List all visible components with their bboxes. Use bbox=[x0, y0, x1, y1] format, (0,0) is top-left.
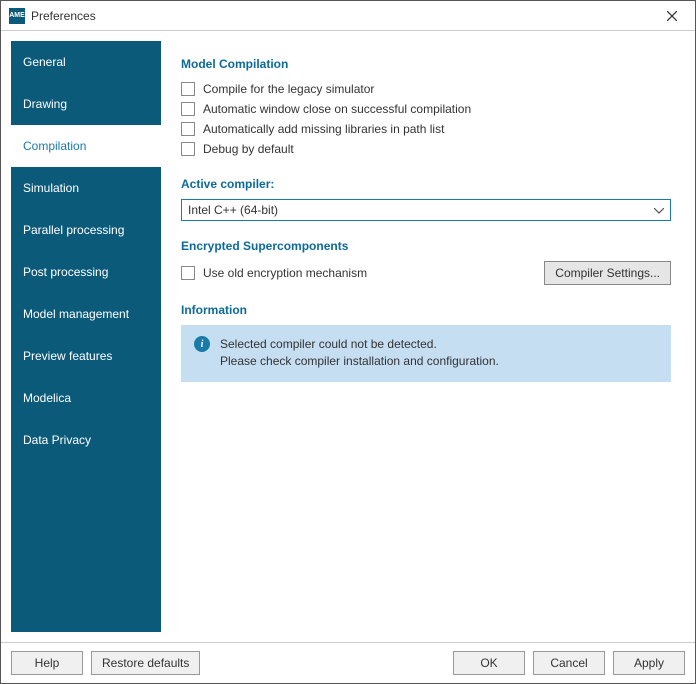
titlebar: AME Preferences bbox=[1, 1, 695, 31]
restore-defaults-button[interactable]: Restore defaults bbox=[91, 651, 200, 675]
content-area: General Drawing Compilation Simulation P… bbox=[1, 31, 695, 642]
option-label: Automatically add missing libraries in p… bbox=[203, 122, 444, 136]
checkbox-icon[interactable] bbox=[181, 82, 195, 96]
sidebar-item-label: Simulation bbox=[23, 181, 79, 195]
sidebar-item-data-privacy[interactable]: Data Privacy bbox=[11, 419, 161, 461]
section-encrypted-title: Encrypted Supercomponents bbox=[181, 239, 671, 253]
info-icon: i bbox=[194, 336, 210, 352]
preferences-window: AME Preferences General Drawing Compilat… bbox=[0, 0, 696, 684]
info-text: Selected compiler could not be detected.… bbox=[220, 336, 499, 371]
sidebar-item-label: Post processing bbox=[23, 265, 108, 279]
help-button[interactable]: Help bbox=[11, 651, 83, 675]
section-information-title: Information bbox=[181, 303, 671, 317]
cancel-button[interactable]: Cancel bbox=[533, 651, 605, 675]
sidebar-item-parallel-processing[interactable]: Parallel processing bbox=[11, 209, 161, 251]
sidebar-item-model-management[interactable]: Model management bbox=[11, 293, 161, 335]
option-auto-add-libs[interactable]: Automatically add missing libraries in p… bbox=[181, 119, 671, 139]
option-label: Compile for the legacy simulator bbox=[203, 82, 374, 96]
section-active-compiler-title: Active compiler: bbox=[181, 177, 671, 191]
chevron-down-icon bbox=[654, 203, 664, 217]
option-label: Debug by default bbox=[203, 142, 294, 156]
sidebar-item-label: Parallel processing bbox=[23, 223, 124, 237]
ok-button[interactable]: OK bbox=[453, 651, 525, 675]
select-value: Intel C++ (64-bit) bbox=[188, 203, 278, 217]
sidebar-item-post-processing[interactable]: Post processing bbox=[11, 251, 161, 293]
sidebar-item-drawing[interactable]: Drawing bbox=[11, 83, 161, 125]
info-line1: Selected compiler could not be detected. bbox=[220, 337, 437, 351]
apply-button[interactable]: Apply bbox=[613, 651, 685, 675]
sidebar-item-label: Modelica bbox=[23, 391, 71, 405]
option-label: Automatic window close on successful com… bbox=[203, 102, 471, 116]
option-compile-legacy[interactable]: Compile for the legacy simulator bbox=[181, 79, 671, 99]
sidebar-item-simulation[interactable]: Simulation bbox=[11, 167, 161, 209]
sidebar-item-preview-features[interactable]: Preview features bbox=[11, 335, 161, 377]
option-debug-default[interactable]: Debug by default bbox=[181, 139, 671, 159]
option-label: Use old encryption mechanism bbox=[203, 266, 367, 280]
checkbox-icon[interactable] bbox=[181, 266, 195, 280]
main-panel: Model Compilation Compile for the legacy… bbox=[161, 41, 685, 632]
sidebar-item-general[interactable]: General bbox=[11, 41, 161, 83]
checkbox-icon[interactable] bbox=[181, 142, 195, 156]
app-icon: AME bbox=[9, 8, 25, 24]
sidebar-item-modelica[interactable]: Modelica bbox=[11, 377, 161, 419]
section-model-compilation-title: Model Compilation bbox=[181, 57, 671, 71]
footer: Help Restore defaults OK Cancel Apply bbox=[1, 642, 695, 683]
close-button[interactable] bbox=[657, 4, 687, 28]
sidebar: General Drawing Compilation Simulation P… bbox=[11, 41, 161, 632]
compiler-settings-button[interactable]: Compiler Settings... bbox=[544, 261, 671, 285]
info-line2: Please check compiler installation and c… bbox=[220, 354, 499, 368]
info-box: i Selected compiler could not be detecte… bbox=[181, 325, 671, 382]
sidebar-item-label: Drawing bbox=[23, 97, 67, 111]
option-old-encryption[interactable]: Use old encryption mechanism bbox=[181, 263, 536, 283]
checkbox-icon[interactable] bbox=[181, 122, 195, 136]
window-title: Preferences bbox=[31, 9, 96, 23]
active-compiler-select[interactable]: Intel C++ (64-bit) bbox=[181, 199, 671, 221]
sidebar-item-label: Preview features bbox=[23, 349, 112, 363]
checkbox-icon[interactable] bbox=[181, 102, 195, 116]
sidebar-item-label: Data Privacy bbox=[23, 433, 91, 447]
sidebar-item-compilation[interactable]: Compilation bbox=[11, 125, 161, 167]
sidebar-item-label: Compilation bbox=[23, 139, 86, 153]
sidebar-item-label: General bbox=[23, 55, 66, 69]
option-auto-close[interactable]: Automatic window close on successful com… bbox=[181, 99, 671, 119]
close-icon bbox=[667, 11, 677, 21]
sidebar-item-label: Model management bbox=[23, 307, 129, 321]
